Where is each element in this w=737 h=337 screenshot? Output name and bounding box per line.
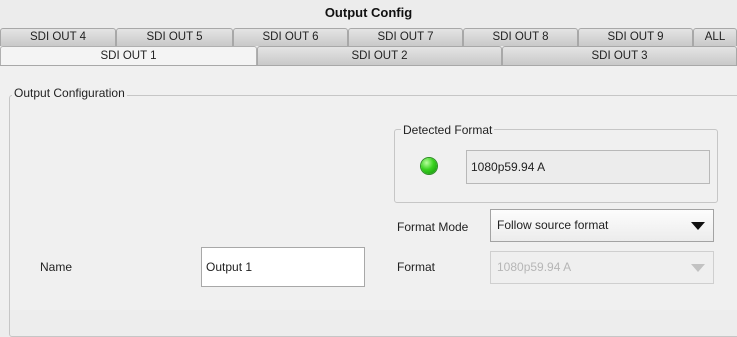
chevron-down-icon xyxy=(691,222,705,230)
output-configuration-legend: Output Configuration xyxy=(12,86,127,100)
tab-sdi-out-1[interactable]: SDI OUT 1 xyxy=(0,46,257,65)
format-mode-value: Follow source format xyxy=(497,218,609,232)
tab-sdi-out-6[interactable]: SDI OUT 6 xyxy=(233,28,348,46)
tab-row-back: SDI OUT 4 SDI OUT 5 SDI OUT 6 SDI OUT 7 … xyxy=(0,28,737,46)
format-label: Format xyxy=(397,260,436,274)
detected-format-legend: Detected Format xyxy=(401,123,495,137)
detected-format-field: 1080p59.94 A xyxy=(466,150,710,184)
format-mode-label: Format Mode xyxy=(397,220,469,234)
tab-all[interactable]: ALL xyxy=(693,28,737,46)
tab-content-panel: Output Configuration Detected Format 108… xyxy=(0,66,737,337)
chevron-down-icon xyxy=(691,264,705,272)
name-label: Name xyxy=(40,260,73,274)
tab-sdi-out-5[interactable]: SDI OUT 5 xyxy=(116,28,233,46)
tab-sdi-out-3[interactable]: SDI OUT 3 xyxy=(502,46,737,65)
status-led-icon xyxy=(421,158,437,174)
tab-sdi-out-8[interactable]: SDI OUT 8 xyxy=(463,28,578,46)
tab-sdi-out-9[interactable]: SDI OUT 9 xyxy=(578,28,693,46)
tab-sdi-out-4[interactable]: SDI OUT 4 xyxy=(0,28,116,46)
format-mode-select[interactable]: Follow source format xyxy=(490,209,714,242)
tab-sdi-out-2[interactable]: SDI OUT 2 xyxy=(257,46,502,65)
format-value: 1080p59.94 A xyxy=(497,260,572,274)
name-input[interactable]: Output 1 xyxy=(201,247,365,287)
tab-sdi-out-7[interactable]: SDI OUT 7 xyxy=(348,28,463,46)
window-title: Output Config xyxy=(0,0,737,28)
format-select[interactable]: 1080p59.94 A xyxy=(490,251,714,284)
tab-row-front: SDI OUT 1 SDI OUT 2 SDI OUT 3 xyxy=(0,46,737,66)
